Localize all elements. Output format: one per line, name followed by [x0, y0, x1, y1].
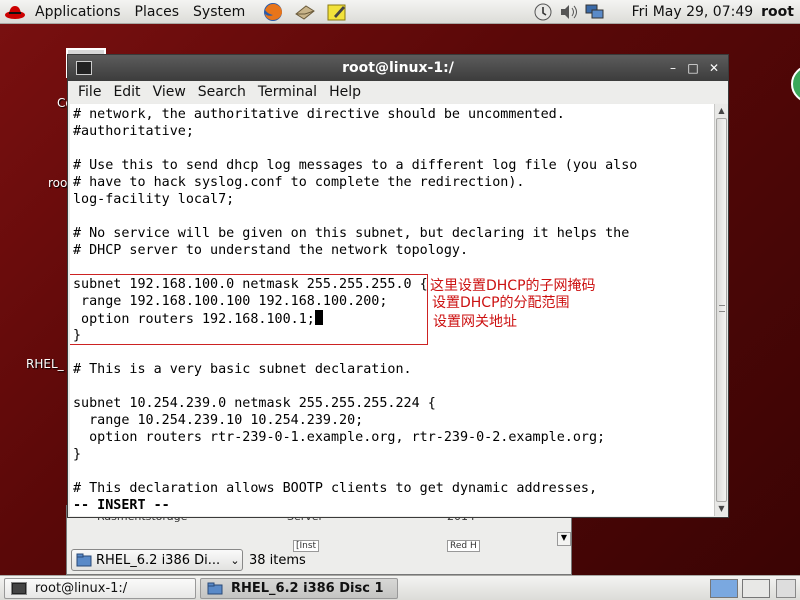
redhat-logo-icon[interactable] [4, 3, 26, 21]
scroll-down-icon[interactable]: ▼ [715, 502, 728, 516]
trash-icon[interactable] [776, 579, 796, 598]
menu-search[interactable]: Search [192, 84, 252, 100]
folder-icon [207, 582, 223, 594]
menu-terminal[interactable]: Terminal [252, 84, 323, 100]
menu-edit[interactable]: Edit [107, 84, 146, 100]
location-text: RHEL_6.2 i386 Di... [96, 552, 221, 568]
taskbar-item-terminal[interactable]: root@linux-1:/ [4, 577, 196, 599]
notes-icon[interactable] [326, 2, 348, 22]
menu-view[interactable]: View [147, 84, 192, 100]
annotation-range: 设置DHCP的分配范围 [432, 295, 570, 311]
mail-icon[interactable] [294, 2, 316, 22]
menu-help[interactable]: Help [323, 84, 367, 100]
item-count: 38 items [249, 552, 306, 568]
close-icon[interactable]: ✕ [705, 59, 723, 77]
terminal-line: subnet 10.254.239.0 netmask 255.255.255.… [73, 396, 436, 411]
terminal-line: # have to hack syslog.conf to complete t… [73, 175, 525, 190]
desktop-disc-icon[interactable] [788, 64, 800, 104]
system-menu[interactable]: System [186, 0, 252, 24]
scroll-up-icon[interactable]: ▲ [715, 104, 728, 118]
volume-icon[interactable] [559, 3, 579, 21]
terminal-icon [11, 581, 27, 595]
window-titlebar[interactable]: root@linux-1:/ – □ ✕ [68, 55, 728, 81]
location-combo[interactable]: RHEL_6.2 i386 Di... ⌄ [71, 549, 243, 571]
user-menu[interactable]: root [761, 4, 794, 20]
terminal-line: # This declaration allows BOOTP clients … [73, 481, 598, 496]
panel-tray: Fri May 29, 07:49 root [530, 0, 800, 24]
desktop-icon-label[interactable]: RHEL_ [26, 357, 64, 371]
terminal-line: # network, the authoritative directive s… [73, 107, 565, 122]
annotation-gateway: 设置网关地址 [433, 314, 517, 330]
clock[interactable]: Fri May 29, 07:49 [632, 4, 754, 20]
desktop-icon-label[interactable]: roo [48, 176, 67, 190]
vim-mode-status: -- INSERT -- [73, 498, 170, 513]
firefox-icon[interactable] [262, 2, 284, 22]
places-menu[interactable]: Places [128, 0, 187, 24]
workspace-2[interactable] [742, 579, 770, 598]
taskbar-item-file-manager[interactable]: RHEL_6.2 i386 Disc 1 [200, 577, 398, 599]
terminal-line: option routers rtr-239-0-1.example.org, … [73, 430, 606, 445]
taskbar-item-label: RHEL_6.2 i386 Disc 1 [231, 580, 384, 596]
terminal-line: log-facility local7; [73, 192, 235, 207]
top-panel: Applications Places System Fri May 29, 0… [0, 0, 800, 24]
window-title: root@linux-1:/ [342, 60, 454, 76]
terminal-window: root@linux-1:/ – □ ✕ File Edit View Sear… [67, 54, 729, 518]
terminal-line: range 10.254.239.10 10.254.239.20; [73, 413, 364, 428]
fm-scroll-down[interactable]: ▼ [557, 532, 571, 546]
annotation-highlight-box [70, 274, 428, 345]
vertical-scrollbar[interactable]: ▲ ▼ [714, 104, 728, 516]
minimize-icon[interactable]: – [664, 59, 682, 77]
chevron-down-icon: ⌄ [230, 553, 240, 567]
terminal-line: # This is a very basic subnet declaratio… [73, 362, 412, 377]
bottom-panel: root@linux-1:/ RHEL_6.2 i386 Disc 1 [0, 575, 800, 600]
terminal-line: #authoritative; [73, 124, 194, 139]
applications-menu[interactable]: Applications [28, 0, 128, 24]
terminal-line: } [73, 447, 82, 462]
main-menu: Applications Places System [0, 0, 353, 24]
update-icon[interactable] [533, 3, 553, 21]
terminal-line: # DHCP server to understand the network … [73, 243, 469, 258]
taskbar-item-label: root@linux-1:/ [35, 580, 128, 596]
grip-icon [719, 305, 725, 312]
menubar: File Edit View Search Terminal Help [68, 81, 728, 103]
scrollbar-thumb[interactable] [716, 118, 727, 502]
network-icon[interactable] [585, 3, 605, 21]
terminal-line: # Use this to send dhcp log messages to … [73, 158, 638, 173]
terminal-line: # No service will be given on this subne… [73, 226, 630, 241]
menu-file[interactable]: File [72, 84, 107, 100]
maximize-icon[interactable]: □ [684, 59, 702, 77]
terminal-text-area[interactable]: # network, the authoritative directive s… [70, 104, 714, 516]
workspace-1[interactable] [710, 579, 738, 598]
fm-statusbar: RHEL_6.2 i386 Di... ⌄ 38 items [67, 546, 571, 574]
folder-icon [76, 553, 92, 567]
